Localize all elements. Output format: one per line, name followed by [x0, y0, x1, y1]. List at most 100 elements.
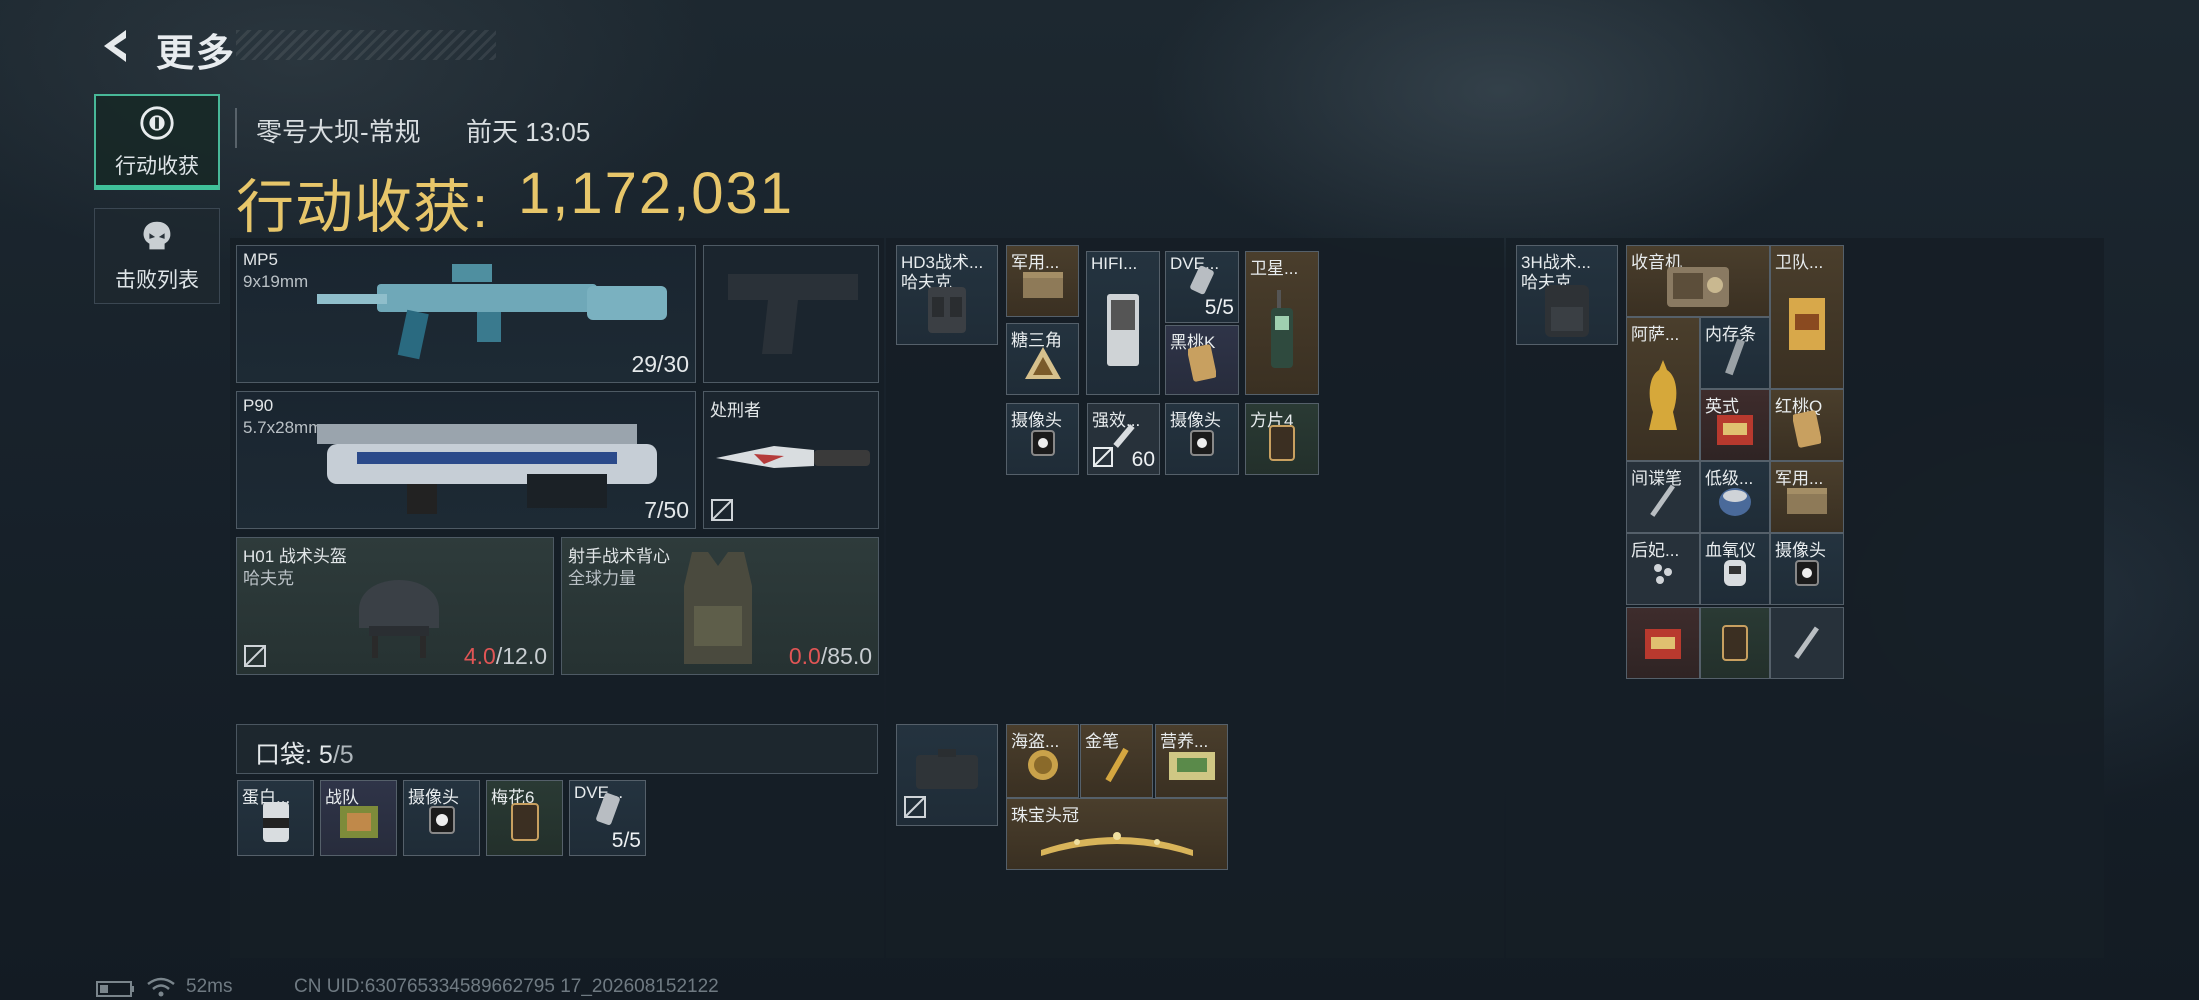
rig-item[interactable]: 强效... 60: [1087, 403, 1160, 475]
camera-icon: [1190, 429, 1214, 456]
backpack-item[interactable]: 英式: [1700, 389, 1770, 461]
rig-item[interactable]: 方片4: [1245, 403, 1319, 475]
backpack-item[interactable]: 内存条: [1700, 317, 1770, 389]
tab-kills[interactable]: 击败列表: [94, 208, 220, 304]
case-item[interactable]: 金笔: [1080, 724, 1153, 798]
pocket-item[interactable]: 蛋白...: [237, 780, 314, 856]
dve-drink-icon: [1190, 265, 1214, 295]
chest-rig-slot[interactable]: HD3战术... 哈夫克: [896, 245, 998, 345]
secondary-weapon-slot[interactable]: P90 5.7x28mm 7/50: [236, 391, 696, 529]
tab-loot[interactable]: 行动收获: [94, 94, 220, 190]
backpack-item[interactable]: 卫队...: [1770, 245, 1844, 389]
tab-kills-label: 击败列表: [115, 269, 199, 292]
tea-tin-icon: [1717, 414, 1753, 445]
no-insure-icon: [244, 645, 266, 667]
backpack-item[interactable]: 摄像头: [1770, 533, 1844, 605]
case-item[interactable]: 营养...: [1155, 724, 1228, 798]
rig-item[interactable]: 摄像头: [1006, 403, 1079, 475]
case-item[interactable]: 珠宝头冠: [1006, 798, 1228, 870]
golden-ewer-icon: [1649, 360, 1677, 431]
empress-ornament-icon: [1654, 563, 1672, 584]
case-item[interactable]: 海盗...: [1006, 724, 1079, 798]
helmet-slot[interactable]: H01 战术头盔 哈夫克 4.0/12.0: [236, 537, 554, 675]
spy-pen-icon: [1794, 626, 1819, 659]
no-insure-icon: [1093, 447, 1113, 467]
backpack-item[interactable]: 间谍笔: [1626, 461, 1700, 533]
rig-item[interactable]: 卫星...: [1245, 251, 1319, 395]
weapon-name: MP5: [243, 250, 278, 269]
pocket-item[interactable]: 梅花6: [486, 780, 563, 856]
title-hatch-decoration: [236, 30, 496, 60]
playing-card-icon: [510, 802, 539, 841]
pocket-item[interactable]: DVE... 5/5: [569, 780, 646, 856]
earnings-label: 行动收获:: [236, 175, 490, 240]
earnings-value: 1,172,031: [518, 161, 795, 226]
header-divider: [235, 108, 237, 148]
no-insure-icon: [904, 796, 926, 818]
backpack-item[interactable]: [1770, 607, 1844, 679]
backpack-slot[interactable]: 3H战术... 哈夫克: [1516, 245, 1618, 345]
pocket-header: 口袋: 5/5: [236, 724, 878, 774]
backpack-item[interactable]: [1626, 607, 1700, 679]
rig-item[interactable]: DVE... 5/5: [1165, 251, 1239, 323]
primary-weapon-slot[interactable]: MP5 9x19mm 29/30: [236, 245, 696, 383]
radio-icon: [1667, 266, 1729, 307]
rig-item[interactable]: 黑桃K: [1165, 325, 1239, 395]
ping: 52ms: [186, 976, 233, 997]
dve-drink-icon: [595, 793, 620, 826]
rig-item[interactable]: 糖三角: [1006, 323, 1079, 395]
guard-box-icon: [1789, 298, 1825, 351]
back-arrow-icon[interactable]: [96, 26, 136, 66]
mp5-icon: [317, 264, 667, 360]
backpack-item[interactable]: 阿萨...: [1626, 317, 1700, 461]
nutrition-box-icon: [1168, 751, 1215, 780]
armor-durability: 0.0/85.0: [788, 643, 872, 669]
p90-icon: [317, 424, 657, 514]
weapon-name: P90: [243, 396, 274, 415]
backpack-item[interactable]: 后妃...: [1626, 533, 1700, 605]
protein-can-icon: [262, 801, 289, 842]
playing-card-icon: [1269, 424, 1295, 461]
safe-case-slot[interactable]: [896, 724, 998, 826]
hifi-device-icon: [1107, 294, 1139, 367]
user-uid: CN UID:630765334589662795 17_20260815212…: [294, 976, 719, 997]
tab-loot-label: 行动收获: [115, 155, 199, 178]
knife-icon: [716, 446, 870, 468]
pocket-item[interactable]: 摄像头: [403, 780, 480, 856]
oximeter-icon: [1724, 559, 1746, 586]
satellite-phone-icon: [1271, 290, 1293, 369]
helmet-durability: 4.0/12.0: [463, 643, 547, 669]
ammo-count: 7/50: [644, 497, 689, 523]
camera-icon: [1030, 429, 1055, 456]
helmet-icon: [359, 580, 439, 658]
backpack-item[interactable]: 血氧仪: [1700, 533, 1770, 605]
map-name: 零号大坝-常规: [256, 117, 421, 147]
playing-card-icon: [1793, 409, 1821, 448]
pistol-slot[interactable]: [703, 245, 879, 383]
ammo-box-icon: [1787, 487, 1827, 514]
backpack-item[interactable]: 红桃Q: [1770, 389, 1844, 461]
loot-icon: [140, 106, 174, 140]
armor-slot[interactable]: 射手战术背心 全球力量 0.0/85.0: [561, 537, 879, 675]
playing-card-icon: [1722, 625, 1748, 661]
backpack-item[interactable]: 收音机: [1626, 245, 1770, 317]
wifi-icon: [147, 977, 175, 997]
back-label[interactable]: 更多: [156, 22, 236, 77]
backpack-icon: [1545, 284, 1589, 337]
backpack-item[interactable]: 军用...: [1770, 461, 1844, 533]
backpack-item[interactable]: [1700, 607, 1770, 679]
backpack-item[interactable]: 低级...: [1700, 461, 1770, 533]
pistol-silhouette-icon: [728, 274, 858, 354]
spy-pen-icon: [1650, 484, 1675, 517]
pocket-count: 5: [318, 741, 333, 769]
rig-item[interactable]: 军用...: [1006, 245, 1079, 317]
helmet-brand: 哈夫克: [243, 569, 294, 588]
playing-card-icon: [1188, 344, 1216, 382]
melee-slot[interactable]: 处刑者: [703, 391, 879, 529]
battery-icon: [96, 981, 134, 997]
rig-item[interactable]: 摄像头: [1165, 403, 1239, 475]
no-insure-icon: [711, 499, 733, 521]
rig-item[interactable]: HIFI...: [1086, 251, 1160, 395]
briefcase-icon: [916, 749, 978, 789]
pocket-item[interactable]: 战队: [320, 780, 397, 856]
